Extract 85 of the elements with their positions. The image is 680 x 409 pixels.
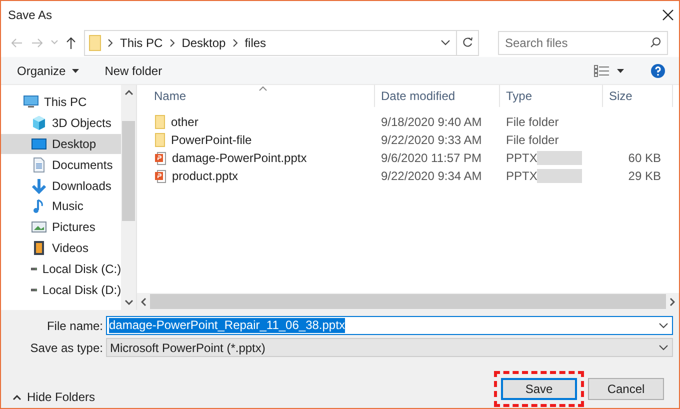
scrollbar-thumb[interactable]	[122, 121, 136, 221]
sidebar-item[interactable]: Desktop	[1, 134, 122, 154]
folder-icon	[155, 115, 165, 129]
caret-icon[interactable]	[617, 68, 624, 72]
chevron-right-icon	[232, 38, 238, 46]
desktop-icon	[31, 136, 47, 152]
file-row[interactable]: PowerPoint-file 9/22/2020 9:33 AM File folder	[137, 131, 679, 149]
refresh-icon[interactable]	[462, 37, 473, 48]
organize-button[interactable]: Organize	[17, 62, 79, 80]
scroll-left-icon[interactable]	[141, 298, 146, 306]
search-icon	[650, 36, 661, 48]
sidebar-item[interactable]: This PC	[1, 92, 122, 113]
vertical-scrollbar[interactable]	[121, 85, 136, 310]
scroll-down-icon[interactable]	[124, 300, 133, 305]
chevron-up-icon	[13, 394, 21, 400]
film-icon	[31, 240, 47, 256]
sidebar-item[interactable]: 3D Objects	[1, 112, 122, 134]
cancel-button[interactable]: Cancel	[588, 378, 664, 400]
column-header[interactable]: Type	[500, 85, 603, 107]
type-cell-text: File folder	[506, 132, 559, 149]
search-field[interactable]: Search files	[498, 30, 668, 54]
help-icon[interactable]	[651, 64, 665, 78]
type-cell-text: File folder	[506, 114, 559, 131]
date-cell-text: 9/22/2020 9:33 AM	[380, 133, 482, 147]
file-name: damage-PowerPoint.pptx	[172, 150, 307, 167]
size-cell-text: 29 KB	[628, 168, 661, 185]
document-icon	[31, 156, 47, 173]
chevron-down-icon[interactable]	[659, 322, 668, 328]
caret-icon	[72, 68, 79, 72]
view-options-icon[interactable]	[594, 64, 610, 76]
address-bar[interactable]: This PC Desktop files	[84, 30, 479, 56]
sidebar-item[interactable]: Downloads	[1, 175, 122, 196]
picture-icon	[31, 219, 47, 236]
sidebar-item[interactable]: Local Disk (C:)	[1, 258, 122, 280]
column-header[interactable]: Size	[603, 85, 673, 107]
breadcrumb-item[interactable]: This PC	[120, 34, 163, 52]
column-header[interactable]: Name	[137, 85, 375, 107]
save-button[interactable]: Save	[501, 378, 577, 400]
chevron-down-icon	[659, 344, 668, 350]
save-type-dropdown[interactable]: Microsoft PowerPoint (*.pptx)	[106, 338, 673, 357]
date-cell-text: 9/6/2020 11:57 PM	[380, 151, 482, 165]
type-cell-text: PPTX	[506, 168, 538, 185]
field-label: File name:	[46, 318, 104, 334]
type-cell-text: PPTX	[506, 150, 538, 167]
sidebar-item[interactable]: Documents	[1, 154, 122, 176]
new-folder-button[interactable]: New folder	[104, 62, 162, 80]
monitor-icon	[23, 94, 39, 110]
blurred-block	[537, 169, 582, 183]
window-title: Save As	[8, 6, 52, 24]
file-name: product.pptx	[172, 168, 238, 185]
chevron-right-icon	[108, 38, 113, 46]
presentation-file-icon	[155, 152, 166, 164]
sidebar-item[interactable]: Music	[1, 196, 122, 217]
scroll-up-icon[interactable]	[124, 90, 133, 95]
sidebar-item[interactable]: Pictures	[1, 216, 122, 238]
breadcrumb-item[interactable]: Desktop	[182, 34, 226, 52]
date-cell-text: 9/22/2020 9:34 AM	[380, 169, 482, 183]
scroll-right-icon[interactable]	[670, 298, 675, 306]
breadcrumb-item[interactable]: files	[244, 34, 266, 52]
column-header[interactable]: Date modified	[375, 85, 500, 107]
size-cell-text: 60 KB	[628, 150, 661, 167]
cube-icon	[31, 115, 47, 132]
field-label: Save as type:	[29, 340, 104, 356]
presentation-file-icon	[155, 170, 166, 182]
blurred-block	[537, 151, 582, 165]
selected-text: damage-PowerPoint_Repair_11_06_38.pptx	[109, 318, 345, 333]
file-row[interactable]: damage-PowerPoint.pptx 9/6/2020 11:57 PM PPTX 60 KB	[137, 149, 679, 167]
chevron-down-icon[interactable]	[441, 40, 450, 46]
sidebar-item[interactable]: Videos	[1, 238, 122, 258]
hide-folders-button[interactable]: Hide Folders	[13, 388, 96, 406]
sidebar-item[interactable]: Local Disk (D:)	[1, 279, 122, 300]
file-row[interactable]: other 9/18/2020 9:40 AM File folder	[137, 113, 679, 131]
horizontal-scrollbar[interactable]	[137, 293, 679, 310]
scrollbar-thumb[interactable]	[150, 294, 666, 309]
file-name-field[interactable]: damage-PowerPoint_Repair_11_06_38.pptx	[106, 316, 673, 335]
folder-icon	[155, 133, 165, 147]
chevron-right-icon	[170, 38, 175, 46]
down-arrow-icon	[31, 178, 47, 194]
file-name: other	[171, 114, 198, 131]
file-name: PowerPoint-file	[171, 132, 252, 149]
folder-icon	[89, 34, 101, 50]
file-row[interactable]: product.pptx 9/22/2020 9:34 AM PPTX 29 KB	[137, 167, 679, 185]
close-icon[interactable]	[662, 8, 674, 20]
up-arrow-icon[interactable]	[66, 36, 76, 48]
date-cell-text: 9/18/2020 9:40 AM	[380, 115, 482, 129]
